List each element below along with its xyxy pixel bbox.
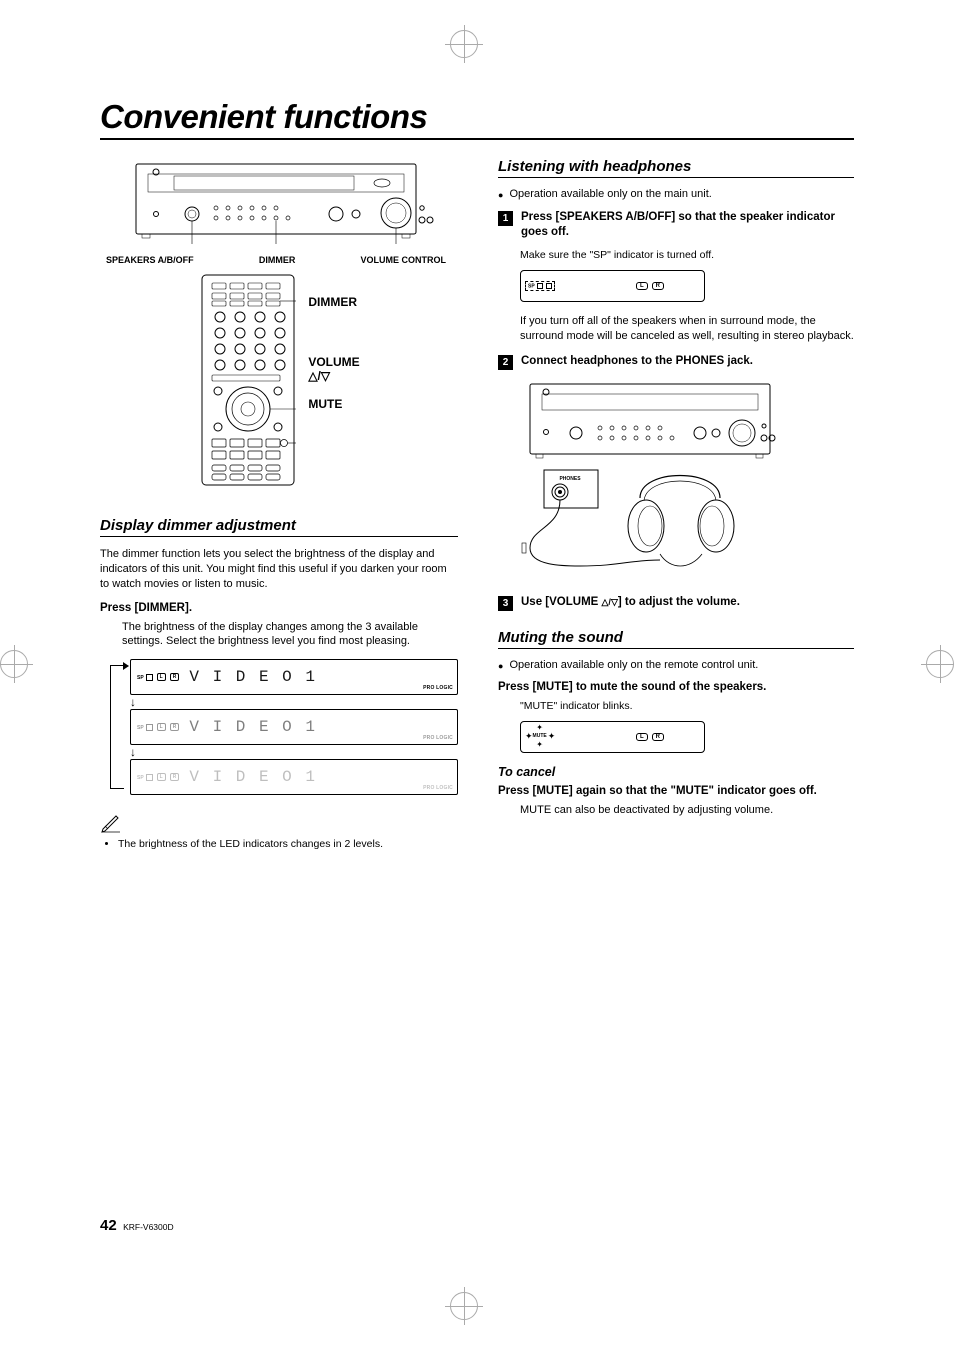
- brightness-cycle-illustration: SP LR V I D E O 1 PRO LOGIC ↓ SP LR V I …: [130, 659, 458, 795]
- dimmer-press-body: The brightness of the display changes am…: [122, 620, 458, 650]
- step-3-text: Use [VOLUME △/▽] to adjust the volume.: [521, 595, 740, 610]
- press-mute-instruction: Press [MUTE] to mute the sound of the sp…: [498, 681, 854, 693]
- remote-label-mute: MUTE: [308, 397, 359, 411]
- chapter-title: Convenient functions: [100, 98, 854, 140]
- dimmer-note-item: The brightness of the LED indicators cha…: [118, 837, 458, 852]
- cancel-mute-instruction: Press [MUTE] again so that the "MUTE" in…: [498, 785, 854, 797]
- remote-label-dimmer: DIMMER: [308, 295, 359, 309]
- step-2-text: Connect headphones to the PHONES jack.: [521, 354, 753, 369]
- mute-blinks-note: "MUTE" indicator blinks.: [520, 699, 854, 713]
- remote-control-illustration: DIMMER VOLUME △/▽ MUTE: [100, 273, 458, 487]
- crop-mark-left: [0, 650, 28, 678]
- step-number-3: 3: [498, 596, 513, 611]
- dimmer-note-list: The brightness of the LED indicators cha…: [100, 837, 458, 852]
- press-dimmer-instruction: Press [DIMMER].: [100, 602, 458, 614]
- down-arrow-icon: ↓: [130, 695, 458, 709]
- receiver-front-panel-illustration: SPEAKERS A/B/OFF DIMMER VOLUME CONTROL: [106, 158, 446, 265]
- section-title-headphones: Listening with headphones: [498, 158, 854, 178]
- avail-main-unit-note: ● Operation available only on the main u…: [498, 188, 854, 202]
- label-speakers-ab-off: SPEAKERS A/B/OFF: [106, 255, 194, 265]
- crop-mark-bottom-center: [450, 1292, 478, 1320]
- crop-mark-right: [926, 650, 954, 678]
- remote-label-volume: VOLUME: [308, 355, 359, 369]
- cycle-loop-arrow-icon: [110, 665, 124, 789]
- section-title-mute: Muting the sound: [498, 629, 854, 649]
- step-1-note: Make sure the "SP" indicator is turned o…: [520, 248, 854, 262]
- step-1-surround-note: If you turn off all of the speakers when…: [520, 314, 854, 344]
- label-dimmer: DIMMER: [259, 255, 296, 265]
- page-number: 42: [100, 1217, 117, 1234]
- crop-mark-top-center: [450, 30, 478, 58]
- sp-off-display-illustration: SP L R: [520, 270, 705, 302]
- footer-model: KRF-V6300D: [123, 1222, 174, 1232]
- bullet-icon: ●: [498, 659, 503, 673]
- step-1-text: Press [SPEAKERS A/B/OFF] so that the spe…: [521, 210, 854, 240]
- step-number-1: 1: [498, 211, 513, 226]
- page-footer: 42 KRF-V6300D: [100, 1217, 174, 1234]
- headphones-connection-illustration: PHONES: [520, 378, 854, 581]
- note-pencil-icon: [100, 811, 122, 833]
- step-number-2: 2: [498, 355, 513, 370]
- dimmer-intro-text: The dimmer function lets you select the …: [100, 547, 458, 592]
- to-cancel-title: To cancel: [498, 765, 854, 779]
- label-volume-control: VOLUME CONTROL: [361, 255, 447, 265]
- mute-display-illustration: ✦ ✦MUTE✦ ✦ L R: [520, 721, 705, 753]
- bullet-icon: ●: [498, 188, 503, 202]
- cancel-mute-body: MUTE can also be deactivated by adjustin…: [520, 803, 854, 818]
- avail-remote-note: ● Operation available only on the remote…: [498, 659, 854, 673]
- section-title-dimmer: Display dimmer adjustment: [100, 517, 458, 537]
- down-arrow-icon: ↓: [130, 745, 458, 759]
- remote-label-updown: △/▽: [308, 369, 359, 383]
- svg-text:PHONES: PHONES: [559, 476, 581, 482]
